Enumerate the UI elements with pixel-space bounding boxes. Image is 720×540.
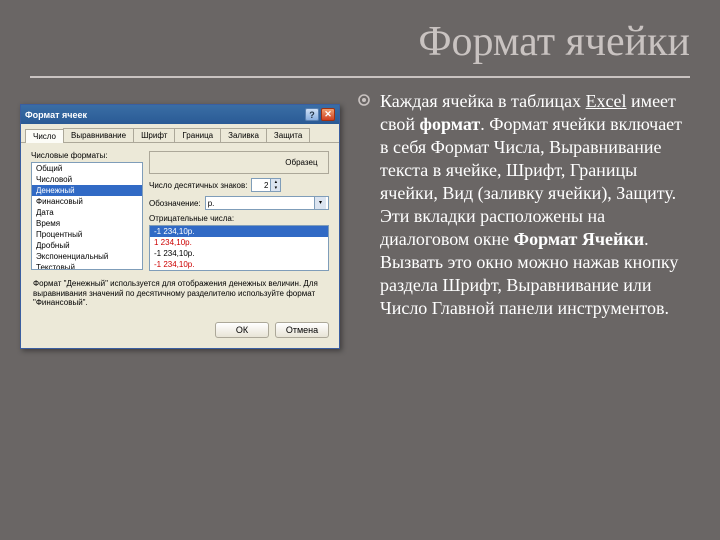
list-item[interactable]: Дата [32,207,142,218]
content-row: Формат ячеек ? ✕ Число Выравнивание Шриф… [0,78,720,335]
page-title: Формат ячейки [0,0,720,70]
tab-alignment[interactable]: Выравнивание [63,128,134,142]
ok-button[interactable]: ОК [215,322,269,338]
paragraph: Каждая ячейка в таблицах Excel имеет сво… [380,90,690,320]
sample-label: Образец [285,158,317,167]
currency-label: Обозначение: [149,199,201,208]
currency-combo[interactable]: р. ▾ [205,196,329,210]
negative-label: Отрицательные числа: [149,214,329,223]
dialog-title: Формат ячеек [25,110,87,120]
close-button[interactable]: ✕ [321,108,335,121]
help-button[interactable]: ? [305,108,319,121]
tab-border[interactable]: Граница [174,128,221,142]
tab-number[interactable]: Число [25,129,64,143]
list-item[interactable]: -1 234,10р. [150,226,328,237]
list-item[interactable]: -1 234,10р. [150,259,328,270]
list-item[interactable]: -1 234,10р. [150,248,328,259]
list-item[interactable]: Экспоненциальный [32,251,142,262]
spin-down-icon[interactable]: ▾ [270,185,280,191]
format-cells-dialog: Формат ячеек ? ✕ Число Выравнивание Шриф… [20,104,340,349]
currency-value: р. [208,199,215,208]
bullet-icon [358,90,372,320]
list-item[interactable]: Числовой [32,174,142,185]
formats-label: Числовые форматы: [31,151,143,160]
dialog-screenshot: Формат ячеек ? ✕ Число Выравнивание Шриф… [20,104,340,349]
list-item[interactable]: Финансовый [32,196,142,207]
list-item[interactable]: Дробный [32,240,142,251]
list-item[interactable]: Денежный [32,185,142,196]
decimals-input[interactable] [252,181,270,190]
tab-fill[interactable]: Заливка [220,128,267,142]
chevron-down-icon[interactable]: ▾ [314,197,326,209]
tab-protection[interactable]: Защита [266,128,310,142]
list-item[interactable]: Текстовый [32,262,142,270]
negative-listbox[interactable]: -1 234,10р. 1 234,10р. -1 234,10р. -1 23… [149,225,329,271]
sample-box: Образец [149,151,329,174]
list-item[interactable]: 1 234,10р. [150,237,328,248]
decimals-label: Число десятичных знаков: [149,181,247,190]
body-text: Каждая ячейка в таблицах Excel имеет сво… [358,90,690,335]
cancel-button[interactable]: Отмена [275,322,329,338]
tab-strip: Число Выравнивание Шрифт Граница Заливка… [21,124,339,143]
formats-listbox[interactable]: Общий Числовой Денежный Финансовый Дата … [31,162,143,270]
decimals-spinner[interactable]: ▴▾ [251,178,281,192]
list-item[interactable]: Общий [32,163,142,174]
tab-font[interactable]: Шрифт [133,128,175,142]
list-item[interactable]: Процентный [32,229,142,240]
dialog-titlebar: Формат ячеек ? ✕ [21,105,339,124]
list-item[interactable]: Время [32,218,142,229]
format-description: Формат "Денежный" используется для отобр… [31,277,329,316]
